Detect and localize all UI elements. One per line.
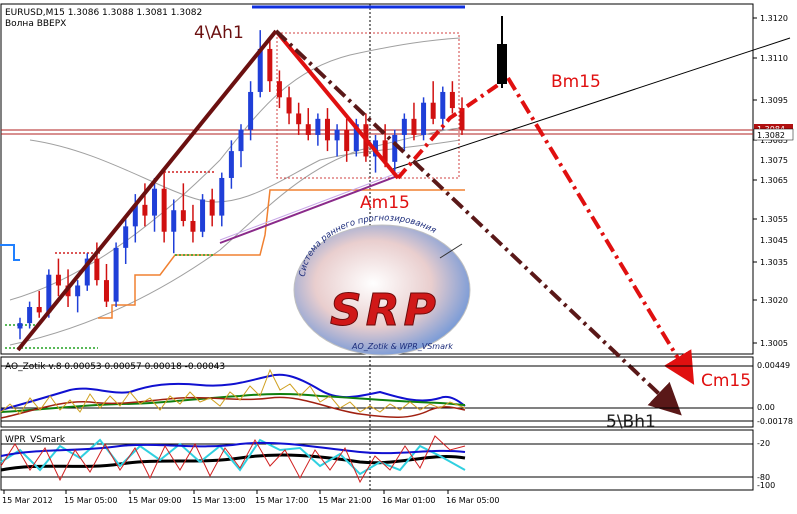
candle-body bbox=[430, 102, 436, 119]
candle-body bbox=[142, 204, 148, 216]
candle-body bbox=[55, 274, 61, 286]
candle-body bbox=[449, 91, 455, 109]
candle-body bbox=[392, 134, 398, 162]
label-cm15: Cm15 bbox=[701, 371, 751, 391]
indicator-subtitle: Волна ВВЕРХ bbox=[5, 19, 66, 29]
time-tick-label: 16 Mar 05:00 bbox=[446, 496, 499, 505]
candle-body bbox=[94, 258, 100, 281]
candle-body bbox=[161, 188, 167, 232]
candle-body bbox=[75, 285, 81, 297]
candle-body bbox=[296, 113, 302, 125]
time-tick-label: 16 Mar 01:00 bbox=[382, 496, 435, 505]
logo-footer: AO_Zotik & WPR_VSmark bbox=[351, 342, 453, 351]
candle-body bbox=[27, 306, 33, 324]
price-tick-label: 1.3065 bbox=[760, 176, 788, 185]
candle-body bbox=[113, 247, 119, 302]
candle-body bbox=[248, 91, 254, 130]
time-tick-label: 15 Mar 21:00 bbox=[318, 496, 371, 505]
ao-tick-label: -0.00178 bbox=[757, 417, 793, 426]
candle-body bbox=[190, 220, 196, 232]
wpr-tick-label: -20 bbox=[757, 439, 770, 448]
current-price-text: 1.3082 bbox=[757, 131, 785, 140]
candle-body bbox=[344, 129, 350, 152]
ao-tick-label: 0.00 bbox=[757, 403, 775, 412]
label-bh1: 5\Bh1 bbox=[606, 412, 656, 432]
price-tick-label: 1.3120 bbox=[760, 14, 788, 23]
candle-body bbox=[152, 188, 158, 216]
candle-body bbox=[401, 118, 407, 135]
candle-body bbox=[180, 210, 186, 221]
time-tick-label: 15 Mar 17:00 bbox=[255, 496, 308, 505]
candle-body bbox=[286, 97, 292, 114]
price-tick-label: 1.3035 bbox=[760, 258, 788, 267]
wpr-tick-label: -100 bbox=[757, 481, 775, 490]
symbol-line: EURUSD,M15 1.3086 1.3088 1.3081 1.3082 bbox=[5, 8, 202, 18]
ao-tick-label: 0.00449 bbox=[757, 361, 790, 370]
label-am15: Am15 bbox=[360, 193, 410, 213]
candle-body bbox=[411, 118, 417, 135]
price-tick-label: 1.3075 bbox=[760, 156, 788, 165]
candle-body bbox=[36, 306, 42, 313]
candle-body bbox=[209, 199, 215, 216]
price-tick-label: 1.3005 bbox=[760, 339, 788, 348]
time-tick-label: 15 Mar 09:00 bbox=[128, 496, 181, 505]
price-tick-label: 1.3055 bbox=[760, 215, 788, 224]
candle-body bbox=[200, 199, 206, 232]
candle-body bbox=[123, 226, 129, 248]
time-tick-label: 15 Mar 05:00 bbox=[64, 496, 117, 505]
candle-body bbox=[334, 129, 340, 141]
price-tick-label: 1.3045 bbox=[760, 236, 788, 245]
candle-body bbox=[267, 48, 273, 82]
chart-root: 4\Ah1 Am15 Bm15 Cm15 5\Bh1 EURUSD,M15 1.… bbox=[0, 0, 797, 514]
candle-body bbox=[171, 210, 177, 232]
candle-body bbox=[238, 129, 244, 152]
price-tick-label: 1.3110 bbox=[760, 54, 788, 63]
ao-title: AO_Zotik v.8 0.00053 0.00057 0.00018 -0.… bbox=[5, 362, 225, 372]
candle-body bbox=[421, 102, 427, 135]
candle-body bbox=[440, 91, 446, 119]
price-tick-label: 1.3020 bbox=[760, 296, 788, 305]
candle-body bbox=[276, 81, 282, 98]
forecast-candle-body bbox=[497, 44, 507, 84]
candle-body bbox=[305, 124, 311, 135]
price-tick-label: 1.3095 bbox=[760, 96, 788, 105]
candle-body bbox=[17, 323, 23, 329]
label-bm15: Bm15 bbox=[551, 72, 601, 92]
time-tick-label: 15 Mar 2012 bbox=[2, 496, 53, 505]
time-tick-label: 15 Mar 13:00 bbox=[192, 496, 245, 505]
candle-body bbox=[315, 118, 321, 135]
label-peak: 4\Ah1 bbox=[194, 23, 244, 43]
candle-body bbox=[324, 118, 330, 141]
candle-body bbox=[228, 151, 234, 178]
candle-body bbox=[219, 177, 225, 216]
candle-body bbox=[103, 280, 109, 302]
logo-letters: SRP bbox=[330, 285, 440, 336]
